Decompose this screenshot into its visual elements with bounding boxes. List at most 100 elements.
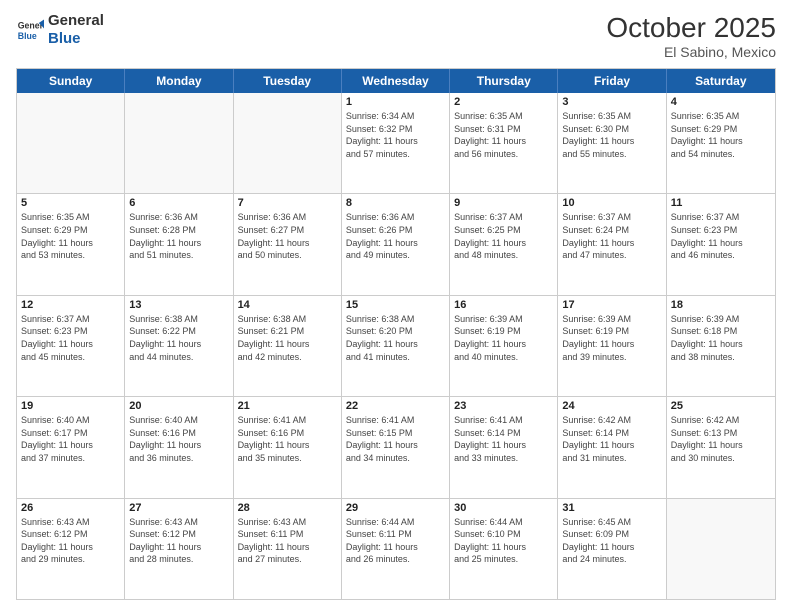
day-cell-24: 24Sunrise: 6:42 AM Sunset: 6:14 PM Dayli…	[558, 397, 666, 497]
day-number: 22	[346, 400, 445, 412]
day-headers: SundayMondayTuesdayWednesdayThursdayFrid…	[17, 69, 775, 93]
day-cell-22: 22 Sunrise: 6:41 AM Sunset: 6:15 PM Dayli…	[342, 397, 450, 497]
day-number: 12	[21, 299, 120, 311]
day-info: Sunrise: 6:38 AM Sunset: 6:20 PM Dayligh…	[346, 313, 445, 363]
day-info: Sunrise: 6:39 AM Sunset: 6:19 PM Dayligh…	[562, 313, 661, 363]
day-cell-empty	[125, 93, 233, 193]
day-cell-1: 1 Sunrise: 6:34 AM Sunset: 6:32 PM Daylig…	[342, 93, 450, 193]
day-info: Sunrise: 6:43 AM Sunset: 6:11 PM Dayligh…	[238, 516, 337, 566]
day-number: 11	[671, 197, 771, 209]
day-cell-10: 10Sunrise: 6:37 AM Sunset: 6:24 PM Dayli…	[558, 194, 666, 294]
svg-text:General: General	[18, 20, 44, 30]
day-cell-11: 11 Sunrise: 6:37 AM Sunset: 6:23 PM Dayli…	[667, 194, 775, 294]
day-number: 20	[129, 400, 228, 412]
day-info: Sunrise: 6:41 AM Sunset: 6:15 PM Dayligh…	[346, 414, 445, 464]
day-info: Sunrise: 6:41 AM Sunset: 6:14 PM Dayligh…	[454, 414, 553, 464]
day-info: Sunrise: 6:37 AM Sunset: 6:23 PM Dayligh…	[21, 313, 120, 363]
day-info: Sunrise: 6:34 AM Sunset: 6:32 PM Dayligh…	[346, 110, 445, 160]
day-cell-20: 20Sunrise: 6:40 AM Sunset: 6:16 PM Dayli…	[125, 397, 233, 497]
day-info: Sunrise: 6:37 AM Sunset: 6:23 PM Dayligh…	[671, 211, 771, 261]
day-number: 18	[671, 299, 771, 311]
day-info: Sunrise: 6:39 AM Sunset: 6:18 PM Dayligh…	[671, 313, 771, 363]
day-cell-empty	[234, 93, 342, 193]
day-cell-18: 18 Sunrise: 6:39 AM Sunset: 6:18 PM Dayli…	[667, 296, 775, 396]
day-info: Sunrise: 6:35 AM Sunset: 6:29 PM Dayligh…	[671, 110, 771, 160]
logo-blue: Blue	[48, 30, 104, 48]
day-info: Sunrise: 6:38 AM Sunset: 6:21 PM Dayligh…	[238, 313, 337, 363]
day-info: Sunrise: 6:35 AM Sunset: 6:31 PM Dayligh…	[454, 110, 553, 160]
day-number: 6	[129, 197, 228, 209]
header: General Blue General Blue October 2025 E…	[16, 12, 776, 60]
weeks: 1 Sunrise: 6:34 AM Sunset: 6:32 PM Daylig…	[17, 93, 775, 599]
day-number: 15	[346, 299, 445, 311]
day-cell-9: 9 Sunrise: 6:37 AM Sunset: 6:25 PM Daylig…	[450, 194, 558, 294]
day-cell-2: 2 Sunrise: 6:35 AM Sunset: 6:31 PM Daylig…	[450, 93, 558, 193]
day-number: 29	[346, 502, 445, 514]
day-info: Sunrise: 6:40 AM Sunset: 6:17 PM Dayligh…	[21, 414, 120, 464]
day-number: 26	[21, 502, 120, 514]
day-info: Sunrise: 6:37 AM Sunset: 6:25 PM Dayligh…	[454, 211, 553, 261]
day-cell-28: 28 Sunrise: 6:43 AM Sunset: 6:11 PM Dayli…	[234, 499, 342, 599]
day-number: 7	[238, 197, 337, 209]
day-number: 1	[346, 96, 445, 108]
day-cell-6: 6 Sunrise: 6:36 AM Sunset: 6:28 PM Daylig…	[125, 194, 233, 294]
day-cell-7: 7 Sunrise: 6:36 AM Sunset: 6:27 PM Daylig…	[234, 194, 342, 294]
location-subtitle: El Sabino, Mexico	[606, 44, 776, 60]
week-row-2: 5Sunrise: 6:35 AM Sunset: 6:29 PM Daylig…	[17, 193, 775, 294]
day-info: Sunrise: 6:36 AM Sunset: 6:27 PM Dayligh…	[238, 211, 337, 261]
day-cell-30: 30Sunrise: 6:44 AM Sunset: 6:10 PM Dayli…	[450, 499, 558, 599]
logo-general: General	[48, 12, 104, 30]
day-cell-15: 15 Sunrise: 6:38 AM Sunset: 6:20 PM Dayli…	[342, 296, 450, 396]
calendar: SundayMondayTuesdayWednesdayThursdayFrid…	[16, 68, 776, 600]
day-cell-16: 16Sunrise: 6:39 AM Sunset: 6:19 PM Dayli…	[450, 296, 558, 396]
logo-icon: General Blue	[16, 16, 44, 44]
day-cell-5: 5Sunrise: 6:35 AM Sunset: 6:29 PM Daylig…	[17, 194, 125, 294]
day-header-thursday: Thursday	[450, 69, 558, 93]
day-number: 23	[454, 400, 553, 412]
day-info: Sunrise: 6:42 AM Sunset: 6:13 PM Dayligh…	[671, 414, 771, 464]
day-number: 27	[129, 502, 228, 514]
day-number: 24	[562, 400, 661, 412]
day-info: Sunrise: 6:43 AM Sunset: 6:12 PM Dayligh…	[129, 516, 228, 566]
day-header-saturday: Saturday	[667, 69, 775, 93]
day-info: Sunrise: 6:35 AM Sunset: 6:29 PM Dayligh…	[21, 211, 120, 261]
day-cell-13: 13Sunrise: 6:38 AM Sunset: 6:22 PM Dayli…	[125, 296, 233, 396]
week-row-5: 26 Sunrise: 6:43 AM Sunset: 6:12 PM Dayli…	[17, 498, 775, 599]
week-row-1: 1 Sunrise: 6:34 AM Sunset: 6:32 PM Daylig…	[17, 93, 775, 193]
day-info: Sunrise: 6:43 AM Sunset: 6:12 PM Dayligh…	[21, 516, 120, 566]
day-number: 2	[454, 96, 553, 108]
day-header-sunday: Sunday	[17, 69, 125, 93]
day-cell-23: 23 Sunrise: 6:41 AM Sunset: 6:14 PM Dayli…	[450, 397, 558, 497]
day-info: Sunrise: 6:36 AM Sunset: 6:28 PM Dayligh…	[129, 211, 228, 261]
day-cell-8: 8Sunrise: 6:36 AM Sunset: 6:26 PM Daylig…	[342, 194, 450, 294]
day-header-tuesday: Tuesday	[234, 69, 342, 93]
svg-text:Blue: Blue	[18, 31, 37, 41]
day-header-friday: Friday	[558, 69, 666, 93]
day-cell-17: 17 Sunrise: 6:39 AM Sunset: 6:19 PM Dayli…	[558, 296, 666, 396]
day-number: 16	[454, 299, 553, 311]
day-number: 31	[562, 502, 661, 514]
day-number: 25	[671, 400, 771, 412]
day-cell-12: 12 Sunrise: 6:37 AM Sunset: 6:23 PM Dayli…	[17, 296, 125, 396]
day-header-monday: Monday	[125, 69, 233, 93]
day-number: 8	[346, 197, 445, 209]
day-cell-14: 14Sunrise: 6:38 AM Sunset: 6:21 PM Dayli…	[234, 296, 342, 396]
day-cell-27: 27 Sunrise: 6:43 AM Sunset: 6:12 PM Dayli…	[125, 499, 233, 599]
day-cell-25: 25 Sunrise: 6:42 AM Sunset: 6:13 PM Dayli…	[667, 397, 775, 497]
day-cell-3: 3Sunrise: 6:35 AM Sunset: 6:30 PM Daylig…	[558, 93, 666, 193]
day-number: 19	[21, 400, 120, 412]
day-info: Sunrise: 6:41 AM Sunset: 6:16 PM Dayligh…	[238, 414, 337, 464]
day-number: 9	[454, 197, 553, 209]
day-cell-empty	[667, 499, 775, 599]
day-info: Sunrise: 6:35 AM Sunset: 6:30 PM Dayligh…	[562, 110, 661, 160]
page: General Blue General Blue October 2025 E…	[0, 0, 792, 612]
day-number: 10	[562, 197, 661, 209]
title-block: October 2025 El Sabino, Mexico	[606, 12, 776, 60]
day-info: Sunrise: 6:38 AM Sunset: 6:22 PM Dayligh…	[129, 313, 228, 363]
day-cell-19: 19 Sunrise: 6:40 AM Sunset: 6:17 PM Dayli…	[17, 397, 125, 497]
day-cell-29: 29Sunrise: 6:44 AM Sunset: 6:11 PM Dayli…	[342, 499, 450, 599]
day-number: 28	[238, 502, 337, 514]
day-number: 17	[562, 299, 661, 311]
day-number: 21	[238, 400, 337, 412]
week-row-3: 12 Sunrise: 6:37 AM Sunset: 6:23 PM Dayli…	[17, 295, 775, 396]
